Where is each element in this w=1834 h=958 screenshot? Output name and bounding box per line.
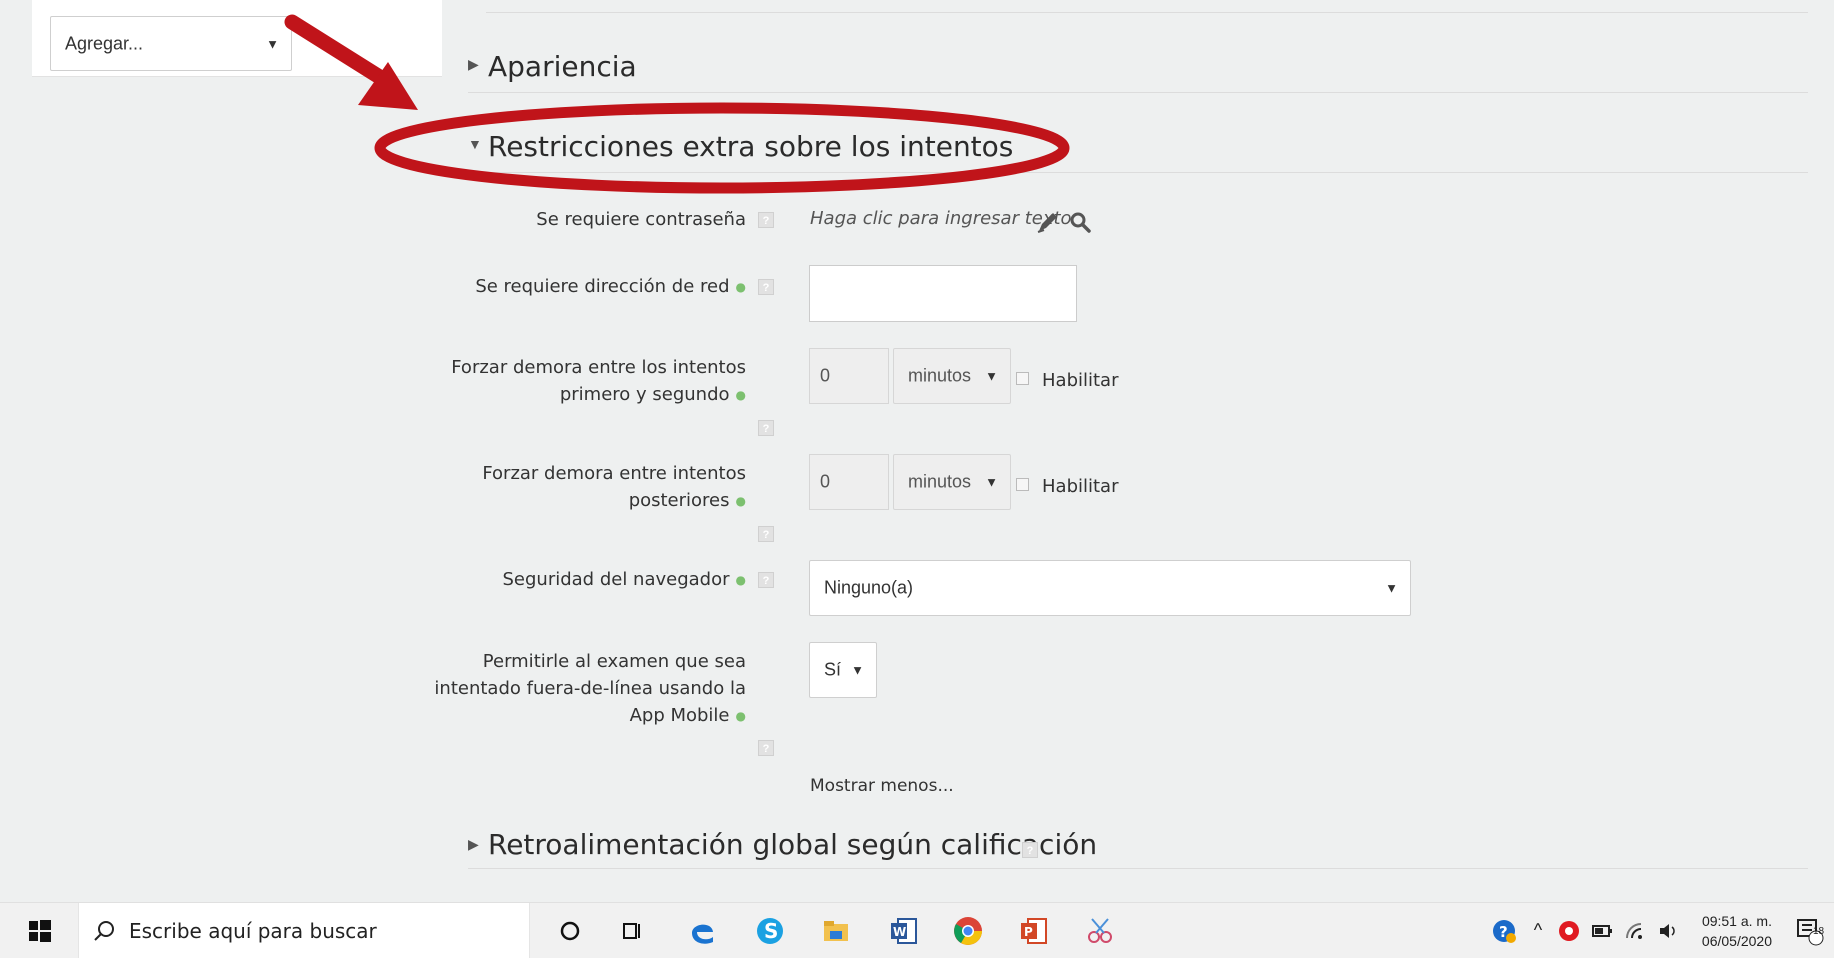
section-restricciones[interactable]: ▼ Restricciones extra sobre los intentos	[468, 122, 1808, 173]
windows-taskbar: Escribe aquí para buscar S W P ? ^ 09:51…	[0, 902, 1834, 958]
svg-text:S: S	[764, 919, 778, 943]
show-less-link[interactable]: Mostrar menos...	[810, 776, 954, 796]
add-block: Agregar... ▼	[32, 0, 442, 77]
wifi-icon[interactable]	[1622, 903, 1650, 958]
search-icon[interactable]	[1068, 210, 1092, 234]
clock-time: 09:51 a. m.	[1701, 913, 1772, 929]
browser-security-label: Seguridad del navegador ●	[502, 569, 746, 590]
delay1-label: Forzar demora entre los intentos primero…	[451, 357, 746, 405]
beats-icon[interactable]	[1554, 903, 1584, 958]
add-select-value: Agregar...	[65, 33, 144, 53]
edge-browser-icon[interactable]	[678, 903, 726, 958]
svg-text:P: P	[1024, 925, 1033, 939]
delay2-enable-checkbox[interactable]	[1016, 478, 1029, 491]
cortana-icon[interactable]	[552, 903, 588, 958]
network-input[interactable]	[809, 265, 1077, 322]
taskbar-clock[interactable]: 09:51 a. m. 06/05/2020	[1702, 911, 1772, 951]
offline-select[interactable]: Sí ▼	[809, 642, 877, 698]
delay1-unit-select[interactable]: minutos ▼	[893, 348, 1011, 404]
required-icon: ●	[735, 387, 746, 402]
required-icon: ●	[735, 572, 746, 587]
section-apariencia[interactable]: ▶ Apariencia	[468, 42, 1808, 93]
help-icon[interactable]: ?	[758, 420, 774, 436]
help-tray-icon[interactable]: ?	[1488, 903, 1520, 958]
section-title: Retroalimentación global según calificac…	[488, 828, 1098, 861]
file-explorer-icon[interactable]	[812, 903, 860, 958]
chevron-down-icon: ▼	[985, 474, 998, 490]
windows-start-button[interactable]	[20, 903, 60, 958]
add-select[interactable]: Agregar... ▼	[50, 16, 292, 71]
required-icon: ●	[735, 708, 746, 723]
browser-security-select[interactable]: Ninguno(a) ▼	[809, 560, 1411, 616]
help-icon[interactable]: ?	[758, 572, 774, 588]
required-icon: ●	[735, 493, 746, 508]
volume-icon[interactable]	[1654, 903, 1684, 958]
required-icon: ●	[735, 279, 746, 294]
delay1-enable-label: Habilitar	[1042, 370, 1119, 391]
password-label: Se requiere contraseña	[536, 209, 746, 230]
offline-label: Permitirle al examen que sea intentado f…	[434, 651, 746, 726]
delay2-enable-label: Habilitar	[1042, 476, 1119, 497]
chevron-down-icon: ▼	[1385, 580, 1398, 596]
help-icon[interactable]: ?	[758, 526, 774, 542]
password-hint[interactable]: Haga clic para ingresar texto	[810, 208, 1072, 229]
help-icon[interactable]: ?	[758, 740, 774, 756]
svg-text:W: W	[893, 925, 906, 939]
skype-icon[interactable]: S	[746, 903, 794, 958]
quiz-settings-page: Agregar... ▼ ▶ Apariencia ▼ Restriccione…	[0, 0, 1834, 902]
divider	[486, 12, 1808, 13]
snipping-tool-icon[interactable]	[1076, 903, 1124, 958]
clock-date: 06/05/2020	[1701, 933, 1772, 949]
section-title: Restricciones extra sobre los intentos	[488, 130, 1014, 163]
collapsed-triangle-icon: ▶	[468, 56, 479, 72]
taskbar-search-placeholder: Escribe aquí para buscar	[129, 918, 377, 943]
delay2-unit-select[interactable]: minutos ▼	[893, 454, 1011, 510]
section-retroalimentacion[interactable]: ▶ Retroalimentación global según calific…	[468, 822, 1808, 869]
delay1-enable-checkbox[interactable]	[1016, 372, 1029, 385]
section-title: Apariencia	[488, 50, 637, 83]
collapsed-triangle-icon: ▶	[468, 836, 479, 852]
chevron-down-icon: ▼	[985, 368, 998, 384]
chevron-down-icon: ▼	[266, 36, 279, 51]
delay2-label: Forzar demora entre intentos posteriores…	[482, 463, 746, 511]
powerpoint-icon[interactable]: P	[1010, 903, 1058, 958]
notification-count-badge: 18	[1813, 926, 1825, 937]
chevron-down-icon: ▼	[851, 662, 864, 678]
word-icon[interactable]: W	[880, 903, 928, 958]
battery-icon[interactable]	[1588, 903, 1618, 958]
delay2-value-input[interactable]: 0	[809, 454, 889, 510]
expanded-triangle-icon: ▼	[468, 136, 482, 152]
chevron-up-icon[interactable]: ^	[1526, 903, 1550, 958]
help-icon[interactable]: ?	[758, 279, 774, 295]
chrome-icon[interactable]	[944, 903, 992, 958]
taskbar-search-box[interactable]: Escribe aquí para buscar	[78, 903, 530, 958]
delay1-value-input[interactable]: 0	[809, 348, 889, 404]
search-icon	[94, 921, 114, 941]
notification-center-icon[interactable]: 18	[1790, 903, 1830, 958]
task-view-icon[interactable]	[612, 903, 652, 958]
network-label: Se requiere dirección de red ●	[475, 276, 746, 297]
windows-logo-icon	[29, 919, 51, 942]
pencil-icon[interactable]	[1036, 210, 1060, 234]
help-icon[interactable]: ?	[1022, 842, 1038, 858]
help-icon[interactable]: ?	[758, 212, 774, 228]
